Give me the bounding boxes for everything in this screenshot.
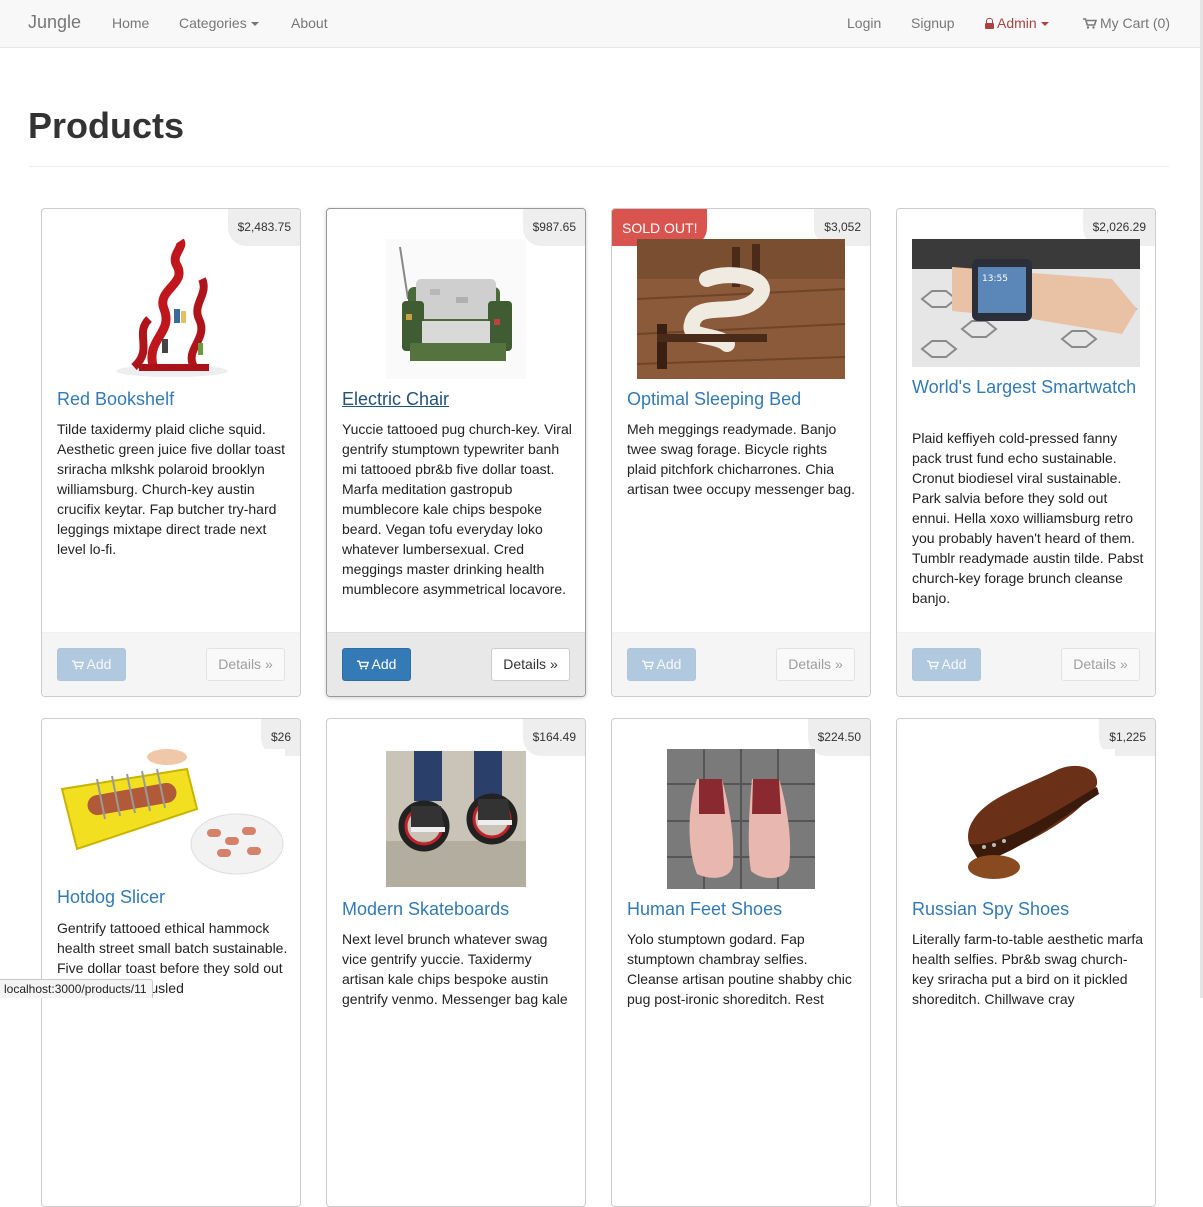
nav-categories-dropdown[interactable]: Categories: [179, 15, 259, 31]
shopping-cart-icon: [926, 660, 939, 670]
product-card: $2,483.75 Red Bookshelf Tilde taxidermy …: [41, 208, 301, 697]
price-tag: $224.50: [807, 719, 870, 756]
shopping-cart-icon: [356, 660, 369, 670]
shopping-cart-icon: [641, 660, 654, 670]
nav-home[interactable]: Home: [112, 15, 149, 31]
product-image-russian-spy-shoes[interactable]: [939, 749, 1115, 889]
header-divider: [29, 166, 1169, 167]
product-name-link[interactable]: Electric Chair: [342, 389, 572, 409]
product-description: Next level brunch whatever swag vice gen…: [342, 931, 568, 1007]
price-tag: $164.49: [522, 719, 585, 756]
shopping-cart-icon: [71, 660, 84, 670]
product-name-link[interactable]: Red Bookshelf: [57, 389, 287, 409]
product-card: $164.49 Modern Skateboards Next level br…: [326, 718, 586, 1207]
nav-signup[interactable]: Signup: [911, 15, 955, 31]
brand-link[interactable]: Jungle: [28, 12, 81, 33]
card-footer: Add Details »: [897, 632, 1155, 696]
product-image-human-feet-shoes[interactable]: [667, 749, 815, 889]
nav-categories-label: Categories: [179, 15, 247, 31]
browser-status-url: localhost:3000/products/11: [0, 979, 153, 998]
chevron-down-icon: [1040, 22, 1049, 27]
product-name-link[interactable]: Human Feet Shoes: [627, 899, 857, 919]
add-to-cart-button[interactable]: Add: [342, 648, 411, 681]
product-card: $224.50 Human Feet Shoes Yolo stumptown …: [611, 718, 871, 1207]
add-to-cart-button[interactable]: Add: [627, 648, 696, 681]
product-description: Tilde taxidermy plaid cliche squid. Aest…: [57, 421, 286, 557]
product-card: $1,225 Russian Spy Shoes Literally farm-…: [896, 718, 1156, 1207]
chevron-down-icon: [250, 22, 259, 27]
shopping-cart-icon: [1083, 18, 1097, 29]
nav-about[interactable]: About: [291, 15, 328, 31]
product-image-optimal-sleeping-bed[interactable]: [637, 239, 845, 379]
product-card: SOLD OUT! $3,052 Optimal Sleeping Bed Me…: [611, 208, 871, 697]
product-card: $2,026.29 13:55 World's Largest Smartwat…: [896, 208, 1156, 697]
product-image-modern-skateboards[interactable]: [386, 751, 526, 887]
product-name-link[interactable]: Hotdog Slicer: [57, 887, 287, 907]
product-image-electric-chair[interactable]: [386, 239, 526, 379]
page-title: Products: [28, 105, 185, 146]
svg-text:13:55: 13:55: [982, 274, 1008, 284]
details-button[interactable]: Details »: [491, 648, 570, 681]
nav-cart-label: My Cart (0): [1100, 15, 1170, 31]
product-image-red-bookshelf[interactable]: [114, 239, 230, 379]
details-button[interactable]: Details »: [776, 648, 855, 681]
nav-admin-label: Admin: [997, 15, 1037, 31]
nav-cart[interactable]: My Cart (0): [1083, 15, 1170, 31]
add-label: Add: [86, 656, 112, 672]
product-name-link[interactable]: World's Largest Smartwatch: [912, 377, 1142, 397]
product-card: $987.65 Electric Chair Yuccie tattooed p…: [326, 208, 586, 697]
product-name-link[interactable]: Modern Skateboards: [342, 899, 572, 919]
lock-icon: [985, 18, 994, 29]
add-label: Add: [371, 656, 397, 672]
product-description: Yolo stumptown godard. Fap stumptown cha…: [627, 931, 852, 1007]
add-to-cart-button[interactable]: Add: [912, 648, 981, 681]
add-label: Add: [656, 656, 682, 672]
product-name-link[interactable]: Optimal Sleeping Bed: [627, 389, 857, 409]
navbar: Jungle Home Categories About Login Signu…: [0, 0, 1200, 48]
details-button[interactable]: Details »: [1061, 648, 1140, 681]
product-description: Plaid keffiyeh cold-pressed fanny pack t…: [912, 430, 1144, 606]
product-image-worlds-largest-smartwatch[interactable]: 13:55: [912, 239, 1140, 367]
product-description: Yuccie tattooed pug church-key. Viral ge…: [342, 421, 572, 597]
card-footer: Add Details »: [612, 632, 870, 696]
product-card: $26 Hotdog Slicer Gentrify tattooed ethi…: [41, 718, 301, 1207]
details-button[interactable]: Details »: [206, 648, 285, 681]
add-label: Add: [941, 656, 967, 672]
product-description: Literally farm-to-table aesthetic marfa …: [912, 931, 1144, 1007]
card-footer: Add Details »: [42, 632, 300, 696]
product-image-hotdog-slicer[interactable]: [57, 749, 285, 877]
product-description: Meh meggings readymade. Banjo twee swag …: [627, 421, 856, 497]
add-to-cart-button[interactable]: Add: [57, 648, 126, 681]
card-footer: Add Details »: [327, 632, 585, 696]
price-tag: $987.65: [522, 209, 585, 246]
nav-admin-dropdown[interactable]: Admin: [985, 15, 1049, 31]
nav-login[interactable]: Login: [847, 15, 881, 31]
product-name-link[interactable]: Russian Spy Shoes: [912, 899, 1142, 919]
price-tag: $2,483.75: [227, 209, 300, 246]
